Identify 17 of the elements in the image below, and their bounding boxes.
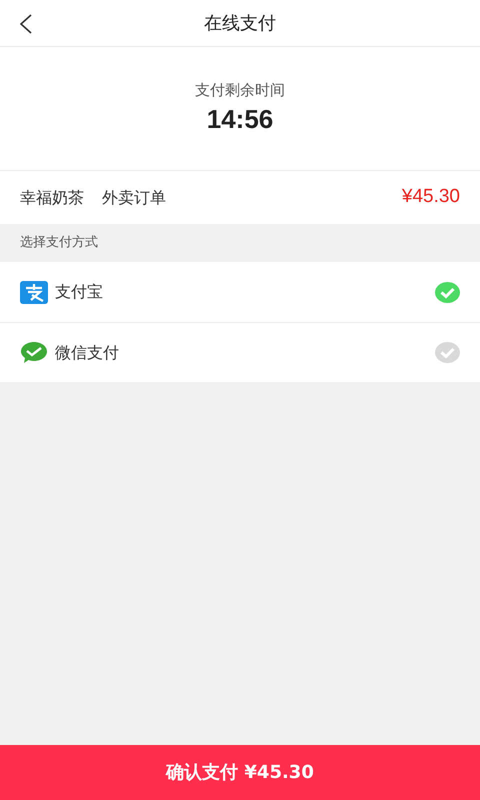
payment-method-row[interactable]: 支付宝 xyxy=(0,262,480,322)
check-icon[interactable] xyxy=(435,342,460,363)
confirm-payment-button[interactable]: 确认支付 ¥45.30 xyxy=(0,745,480,800)
payment-app-icon xyxy=(20,280,48,304)
payment-method-label: 微信支付 xyxy=(55,342,119,364)
payment-method-row[interactable]: 微信支付 xyxy=(0,322,480,382)
section-title: 选择支付方式 xyxy=(20,234,98,252)
check-icon[interactable] xyxy=(435,282,460,302)
order-amount: ¥45.30 xyxy=(402,185,460,210)
payment-method-label: 支付宝 xyxy=(55,281,103,303)
back-icon[interactable] xyxy=(19,14,33,34)
page-title: 在线支付 xyxy=(204,12,276,36)
countdown-label: 支付剩余时间 xyxy=(195,80,285,100)
chat-bubble-icon xyxy=(20,341,48,364)
order-type: 外卖订单 xyxy=(102,186,166,208)
countdown-time: 14:56 xyxy=(206,103,274,136)
shop-name: 幸福奶茶 xyxy=(20,186,84,208)
